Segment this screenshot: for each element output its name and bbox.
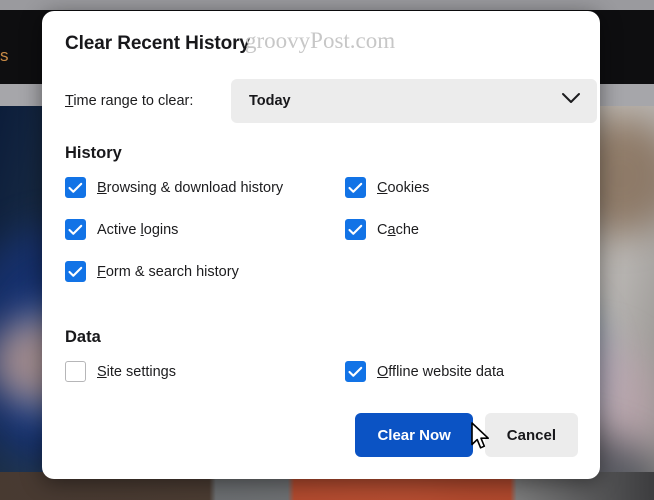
checkbox-checked-icon xyxy=(345,219,366,240)
dialog-header: Clear Recent History xyxy=(65,33,250,55)
checkbox-form-search-history[interactable]: Form & search history xyxy=(65,261,345,282)
checkbox-label: Form & search history xyxy=(97,263,239,280)
checkbox-checked-icon xyxy=(65,219,86,240)
checkbox-label: Active logins xyxy=(97,221,179,238)
cancel-button[interactable]: Cancel xyxy=(484,413,578,457)
checkbox-unchecked-icon xyxy=(65,361,86,382)
checkbox-label: Cache xyxy=(377,221,419,238)
checkbox-offline-website-data[interactable]: Offline website data xyxy=(345,361,504,382)
checkbox-label: Browsing & download history xyxy=(97,179,284,196)
checkbox-site-settings[interactable]: Site settings xyxy=(65,361,345,382)
clear-now-button[interactable]: Clear Now xyxy=(355,413,473,457)
dialog-title: Clear Recent History xyxy=(65,33,250,54)
checkbox-cookies[interactable]: Cookies xyxy=(345,177,429,198)
checkbox-cache[interactable]: Cache xyxy=(345,219,429,240)
browser-tab-label: s xyxy=(0,46,9,65)
checkbox-label: Offline website data xyxy=(377,363,505,380)
section-history: History Browsing & download history Cook… xyxy=(65,144,429,282)
section-data: Data Site settings Offline website data xyxy=(65,328,504,382)
time-range-dropdown[interactable]: Today xyxy=(231,79,597,123)
time-range-label-rest: ime range to clear: xyxy=(73,93,194,109)
checkbox-active-logins[interactable]: Active logins xyxy=(65,219,345,240)
browser-titlebar xyxy=(0,0,654,10)
clear-recent-history-dialog: Clear Recent History groovyPost.com Time… xyxy=(42,11,600,479)
data-checkbox-grid: Site settings Offline website data xyxy=(65,361,504,382)
checkbox-label: Site settings xyxy=(97,363,176,380)
checkbox-checked-icon xyxy=(65,261,86,282)
time-range-label: Time range to clear: xyxy=(65,93,231,109)
section-data-title: Data xyxy=(65,328,101,346)
checkbox-checked-icon xyxy=(345,361,366,382)
checkbox-label: Cookies xyxy=(377,179,430,196)
section-history-title: History xyxy=(65,144,122,162)
chevron-down-icon xyxy=(561,92,581,110)
screen: s Clear Recent History groovyPost.com Ti… xyxy=(0,0,654,500)
checkbox-browsing-download-history[interactable]: Browsing & download history xyxy=(65,177,345,198)
dialog-footer: Clear Now Cancel xyxy=(355,413,578,457)
checkbox-checked-icon xyxy=(65,177,86,198)
time-range-value: Today xyxy=(249,93,291,109)
time-range-row: Time range to clear: Today xyxy=(65,79,597,123)
checkbox-checked-icon xyxy=(345,177,366,198)
watermark-text: groovyPost.com xyxy=(245,28,396,53)
grid-spacer xyxy=(345,261,429,282)
history-checkbox-grid: Browsing & download history Cookies Acti… xyxy=(65,177,429,282)
